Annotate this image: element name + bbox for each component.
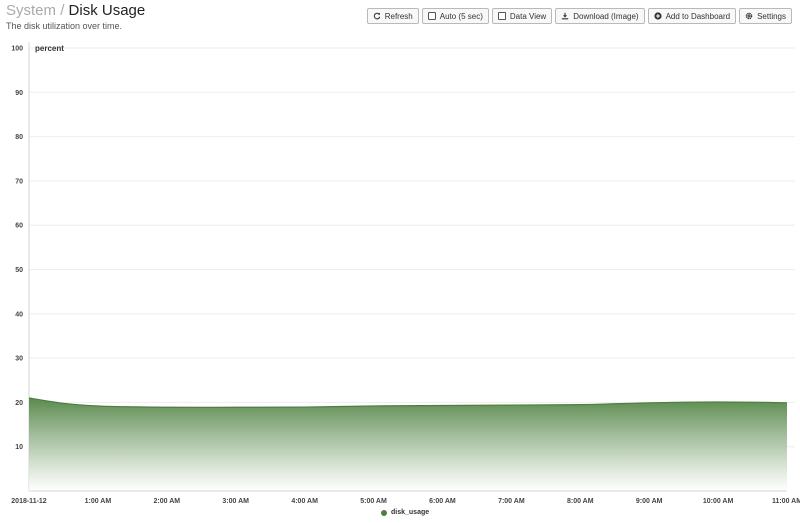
y-axis-label: percent: [35, 44, 64, 53]
y-tick-label: 90: [15, 90, 23, 97]
disk-usage-chart[interactable]: 10 20 30 40 50 60 70 80 90 100 percent 2018-11-12 1:…: [0, 0, 800, 523]
x-tick-label: 2018-11-12: [11, 498, 47, 505]
y-tick-label: 80: [15, 134, 23, 141]
y-tick-label: 70: [15, 178, 23, 185]
y-tick-label: 30: [15, 356, 23, 363]
y-tick-label: 50: [15, 267, 23, 274]
x-tick-label: 6:00 AM: [429, 498, 456, 505]
legend-marker: [381, 509, 387, 516]
x-tick-label: 4:00 AM: [291, 498, 318, 505]
y-tick-label: 60: [15, 223, 23, 230]
x-tick-label: 3:00 AM: [222, 498, 249, 505]
x-tick-label: 8:00 AM: [567, 498, 594, 505]
y-tick-label: 40: [15, 311, 23, 318]
x-tick-label: 5:00 AM: [360, 498, 387, 505]
x-tick-label: 2:00 AM: [154, 498, 181, 505]
y-tick-label: 20: [15, 400, 23, 407]
y-tick-label: 100: [11, 46, 23, 53]
chart-legend[interactable]: disk_usage: [381, 509, 429, 516]
legend-label: disk_usage: [391, 509, 430, 516]
x-tick-label: 1:00 AM: [85, 498, 112, 505]
series-area-disk-usage[interactable]: [29, 397, 787, 491]
x-tick-label: 11:00 AM: [772, 498, 800, 505]
y-tick-label: 10: [15, 444, 23, 451]
x-tick-label: 7:00 AM: [498, 498, 525, 505]
x-tick-label: 9:00 AM: [636, 498, 663, 505]
x-tick-label: 10:00 AM: [703, 498, 734, 505]
